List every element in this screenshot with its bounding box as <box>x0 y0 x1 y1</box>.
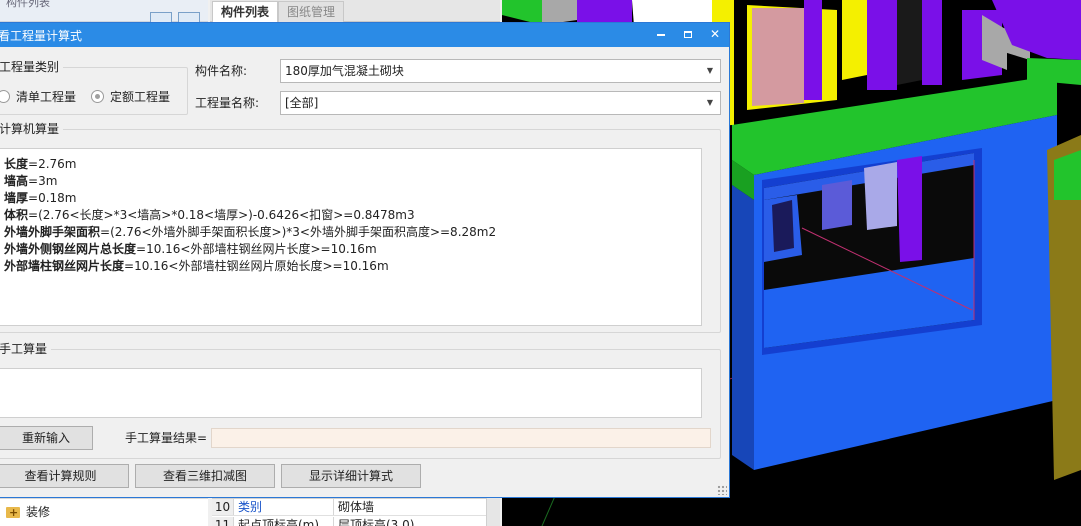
folder-expand-icon[interactable] <box>6 504 20 522</box>
close-icon: ✕ <box>709 27 721 41</box>
window-glass <box>772 200 794 252</box>
chevron-down-icon[interactable]: ▼ <box>704 92 716 114</box>
tab-component-list[interactable]: 构件列表 <box>212 1 279 22</box>
dialog-titlebar[interactable]: 查看工程量计算式 ✕ <box>0 23 729 47</box>
calc-line-mesh-total-length: 外墙外侧钢丝网片总长度=10.16<外部墙柱钢丝网片长度>=10.16m <box>4 242 377 256</box>
manual-calc-group: 手工算量 重新输入 手工算量结果= <box>0 341 721 459</box>
resize-grip-icon[interactable] <box>717 485 727 495</box>
manual-result-field[interactable] <box>211 428 711 448</box>
radio-label: 清单工程量 <box>16 90 77 104</box>
calc-line-volume: 体积=(2.76<长度>*3<墙高>*0.18<墙厚>)-0.6426<扣窗>=… <box>4 208 415 222</box>
radio-checked-icon[interactable] <box>91 90 104 103</box>
maximize-button[interactable] <box>677 25 699 43</box>
quantity-formula-dialog: 查看工程量计算式 ✕ 工程量类别 清单工程量 定额工程量 构件名称: 180厚加… <box>0 22 730 498</box>
property-value[interactable]: 砌体墙 <box>334 499 486 515</box>
slab-shape <box>842 0 867 80</box>
computer-calc-group: 计算机算量 长度=2.76m 墙高=3m 墙厚=0.18m 体积=(2.76<长… <box>0 121 721 333</box>
property-value[interactable]: 层顶标高(3.0) <box>334 517 486 526</box>
radio-norm-quantity[interactable]: 定额工程量 <box>91 88 170 105</box>
manual-calc-input[interactable] <box>0 368 702 418</box>
property-grid: 10 类别 砌体墙 11 起点顶标高(m) 层顶标高(3.0) <box>212 498 486 526</box>
quantity-name-value: [全部] <box>285 96 319 110</box>
column-shape <box>897 156 922 262</box>
radio-label: 定额工程量 <box>110 90 171 104</box>
reenter-button[interactable]: 重新输入 <box>0 426 93 450</box>
view-calc-rules-button[interactable]: 查看计算规则 <box>0 464 129 488</box>
radio-unchecked-icon[interactable] <box>0 90 10 103</box>
calc-line-mesh-length: 外部墙柱钢丝网片长度=10.16<外部墙柱钢丝网片原始长度>=10.16m <box>4 259 389 273</box>
calc-line-wall-thickness: 墙厚=0.18m <box>4 191 77 205</box>
column-shape <box>867 0 897 90</box>
component-tree: 装修 <box>0 498 208 526</box>
component-name-label: 构件名称: <box>195 64 248 78</box>
table-row[interactable]: 10 类别 砌体墙 <box>212 499 486 516</box>
minimize-button[interactable] <box>650 25 672 43</box>
property-name: 起点顶标高(m) <box>234 517 334 526</box>
radio-bill-quantity[interactable]: 清单工程量 <box>0 88 76 105</box>
property-name: 类别 <box>234 499 334 515</box>
quantity-type-group: 工程量类别 清单工程量 定额工程量 <box>0 59 188 115</box>
component-name-value: 180厚加气混凝土砌块 <box>285 64 404 78</box>
component-panel-toolbar: 构件列表 <box>0 0 208 24</box>
tab-drawing-management[interactable]: 图纸管理 <box>278 1 345 22</box>
shadow-shape <box>897 0 922 85</box>
chevron-down-icon[interactable]: ▼ <box>704 60 716 82</box>
column-shape <box>922 0 942 85</box>
computer-calc-label: 计算机算量 <box>0 121 64 137</box>
panel-tabs: 构件列表 图纸管理 <box>210 0 500 22</box>
wall-shape <box>732 185 754 470</box>
property-grid-scrollbar[interactable] <box>486 498 500 526</box>
calc-line-scaffold-area: 外墙外脚手架面积=(2.76<外墙外脚手架面积长度>)*3<外墙外脚手架面积高度… <box>4 225 497 239</box>
maximize-icon <box>684 31 692 38</box>
component-name-select[interactable]: 180厚加气混凝土砌块 ▼ <box>280 59 721 83</box>
tree-item-decoration[interactable]: 装修 <box>6 503 51 522</box>
quantity-name-select[interactable]: [全部] ▼ <box>280 91 721 115</box>
quantity-type-label: 工程量类别 <box>0 59 64 75</box>
dialog-title: 查看工程量计算式 <box>0 29 83 43</box>
calc-line-wall-height: 墙高=3m <box>4 174 58 188</box>
window-glass <box>864 162 897 230</box>
table-row[interactable]: 11 起点顶标高(m) 层顶标高(3.0) <box>212 517 486 526</box>
window-glass <box>822 180 852 230</box>
row-number: 10 <box>212 499 234 515</box>
computer-calc-text[interactable]: 长度=2.76m 墙高=3m 墙厚=0.18m 体积=(2.76<长度>*3<墙… <box>0 148 702 326</box>
calc-line-length: 长度=2.76m <box>4 157 77 171</box>
tree-item-label: 装修 <box>26 505 51 519</box>
minimize-icon <box>657 33 665 36</box>
panel-caption: 构件列表 <box>6 0 50 9</box>
manual-calc-label: 手工算量 <box>0 341 52 357</box>
wall-shape <box>752 8 804 106</box>
manual-result-label: 手工算量结果= <box>125 431 208 445</box>
row-number: 11 <box>212 517 234 526</box>
view-3d-deduction-button[interactable]: 查看三维扣减图 <box>135 464 275 488</box>
close-button[interactable]: ✕ <box>704 25 726 43</box>
column-shape <box>804 0 822 100</box>
show-detail-formula-button[interactable]: 显示详细计算式 <box>281 464 421 488</box>
quantity-name-label: 工程量名称: <box>195 96 260 110</box>
